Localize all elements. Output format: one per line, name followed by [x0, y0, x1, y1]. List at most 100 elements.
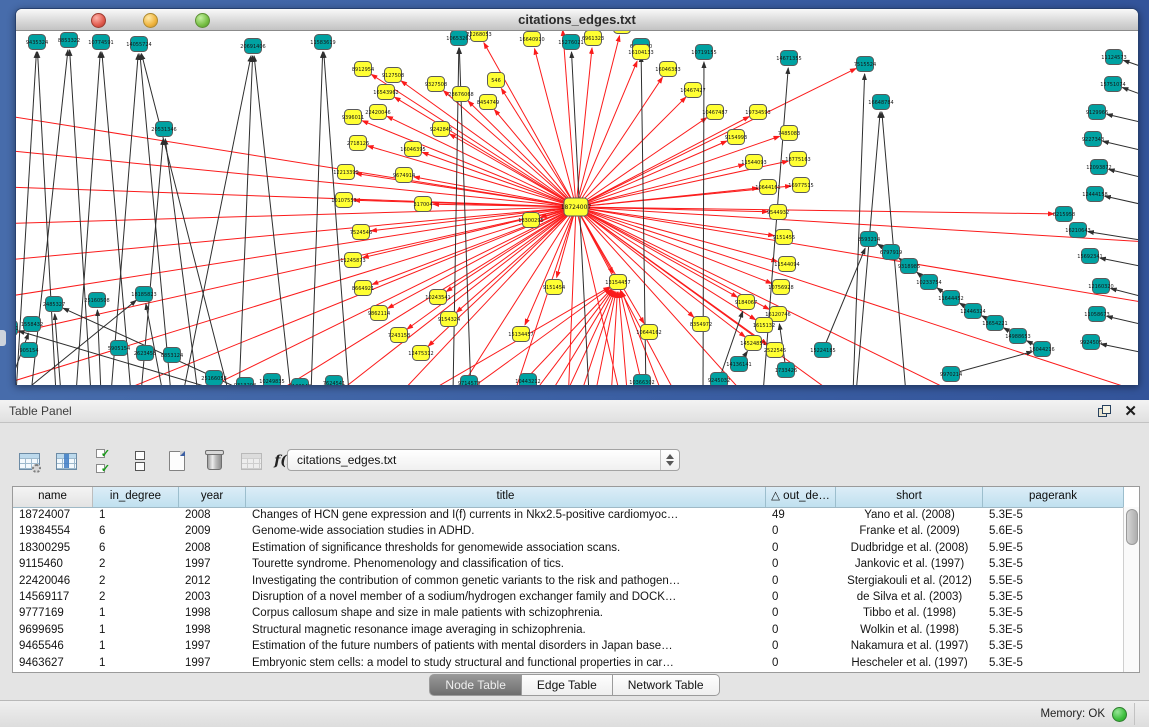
svg-text:16977515: 16977515 [788, 183, 813, 189]
zoom-traffic-light[interactable] [195, 13, 210, 28]
network-window: citations_edges.txt 94353248853322107745… [15, 8, 1139, 385]
cell-year: 2003 [179, 589, 246, 605]
row-height-icon[interactable] [127, 448, 153, 474]
select-column-icon[interactable] [53, 448, 79, 474]
svg-text:8593214: 8593214 [858, 237, 880, 243]
cell-name: 22420046 [13, 573, 93, 589]
svg-text:9862114: 9862114 [368, 311, 390, 317]
column-header-title[interactable]: title [246, 487, 766, 507]
scrollbar-thumb[interactable] [1126, 509, 1138, 545]
cell-year: 1997 [179, 638, 246, 654]
table-selector-dropdown[interactable]: citations_edges.txt [287, 449, 680, 471]
svg-text:11644452: 11644452 [938, 296, 963, 302]
table-row[interactable]: 977716911998Corpus callosum shape and si… [13, 605, 1124, 621]
svg-text:10233754: 10233754 [916, 280, 941, 286]
table-panel-header: Table Panel ✕ [0, 400, 1149, 423]
svg-text:7624541: 7624541 [323, 381, 345, 385]
dropdown-spinner-icon [660, 450, 679, 470]
close-traffic-light[interactable] [91, 13, 106, 28]
graph-node-9613923[interactable] [614, 31, 631, 34]
column-header-name[interactable]: name [13, 487, 93, 507]
tab-node-table[interactable]: Node Table [429, 674, 522, 696]
svg-text:7243158: 7243158 [388, 333, 410, 339]
svg-text:14671355: 14671355 [776, 56, 801, 62]
table-row[interactable]: 1872400712008Changes of HCN gene express… [13, 507, 1124, 523]
cell-in_degree: 1 [93, 655, 179, 671]
cell-year: 2009 [179, 523, 246, 539]
cell-title: Changes of HCN gene expression and I(f) … [246, 507, 766, 523]
float-window-icon[interactable] [1098, 405, 1111, 417]
cell-title: Embryonic stem cells: a model to study s… [246, 655, 766, 671]
table-row[interactable]: 1456911722003Disruption of a novel membe… [13, 589, 1124, 605]
close-icon[interactable]: ✕ [1124, 402, 1137, 420]
network-canvas[interactable]: 9435324885332210774591140557242069140611… [16, 31, 1138, 385]
cell-pagerank: 5.5E-5 [983, 573, 1124, 589]
new-column-icon[interactable] [164, 448, 190, 474]
table-row[interactable]: 2242004622012Investigating the contribut… [13, 573, 1124, 589]
delete-column-icon[interactable] [201, 448, 227, 474]
cell-title: Tourette syndrome. Phenomenology and cla… [246, 556, 766, 572]
cell-year: 2008 [179, 540, 246, 556]
svg-text:13154457: 13154457 [605, 280, 630, 286]
show-columns-icon[interactable]: ✓ ✓ [90, 448, 116, 474]
svg-text:16044216: 16044216 [1029, 347, 1054, 353]
column-header-in_degree[interactable]: in_degree [93, 487, 179, 507]
cell-title: Estimation of the future numbers of pati… [246, 638, 766, 654]
cell-title: Genome-wide association studies in ADHD. [246, 523, 766, 539]
svg-text:12475312: 12475312 [408, 351, 433, 357]
cell-short: Wolkin et al. (1998) [836, 622, 983, 638]
table-header-row: namein_degreeyeartitle△ out_de…shortpage… [13, 487, 1139, 508]
svg-text:893211: 893211 [16, 326, 19, 332]
svg-text:10756928: 10756928 [768, 285, 793, 291]
tab-edge-table[interactable]: Edge Table [522, 674, 613, 696]
cell-pagerank: 5.3E-5 [983, 622, 1124, 638]
svg-text:6961323: 6961323 [582, 36, 604, 42]
svg-text:25160508: 25160508 [84, 298, 109, 304]
svg-text:9714573: 9714573 [458, 381, 480, 385]
cell-pagerank: 5.3E-5 [983, 589, 1124, 605]
cell-short: Hescheler et al. (1997) [836, 655, 983, 671]
cell-in_degree: 2 [93, 573, 179, 589]
cell-pagerank: 5.3E-5 [983, 605, 1124, 621]
cell-name: 18300295 [13, 540, 93, 556]
svg-text:10366302: 10366302 [629, 380, 654, 385]
column-header-short[interactable]: short [836, 487, 983, 507]
table-row[interactable]: 969969511998Structural magnetic resonanc… [13, 622, 1124, 638]
svg-text:15751074: 15751074 [1100, 82, 1125, 88]
svg-text:10243541: 10243541 [425, 295, 450, 301]
svg-text:2623458: 2623458 [134, 351, 156, 357]
collapsed-panel-handle[interactable] [0, 330, 6, 346]
column-header-pagerank[interactable]: pagerank [983, 487, 1124, 507]
table-row[interactable]: 946554611997Estimation of the future num… [13, 638, 1124, 654]
vertical-scrollbar[interactable] [1123, 507, 1139, 672]
network-window-titlebar[interactable]: citations_edges.txt [16, 9, 1138, 31]
svg-text:8664921: 8664921 [352, 286, 374, 292]
cell-short: Dudbridge et al. (2008) [836, 540, 983, 556]
svg-text:9970214: 9970214 [940, 372, 962, 378]
tab-network-table[interactable]: Network Table [613, 674, 720, 696]
table-body: 1872400712008Changes of HCN gene express… [13, 507, 1124, 672]
network-view-background: citations_edges.txt 94353248853322107745… [0, 0, 1149, 400]
svg-text:18775163: 18775163 [785, 157, 810, 163]
cell-out_degree: 0 [766, 573, 836, 589]
table-mode-icon[interactable] [16, 448, 42, 474]
minimize-traffic-light[interactable] [143, 13, 158, 28]
svg-text:9127508: 9127508 [382, 73, 404, 79]
table-row[interactable]: 946362711997Embryonic stem cells: a mode… [13, 655, 1124, 671]
svg-text:15134457: 15134457 [508, 332, 533, 338]
cell-short: de Silva et al. (2003) [836, 589, 983, 605]
cell-short: Jankovic et al. (1997) [836, 556, 983, 572]
svg-text:1615132: 1615132 [753, 323, 775, 329]
table-row[interactable]: 1938455462009Genome-wide association stu… [13, 523, 1124, 539]
table-row[interactable]: 1830029562008Estimation of significance … [13, 540, 1124, 556]
svg-text:12446324: 12446324 [960, 309, 985, 315]
table-row[interactable]: 911546021997Tourette syndrome. Phenomeno… [13, 556, 1124, 572]
svg-text:28676068: 28676068 [448, 92, 473, 98]
svg-text:9129966: 9129966 [1086, 110, 1108, 116]
cell-in_degree: 6 [93, 523, 179, 539]
column-header-year[interactable]: year [179, 487, 246, 507]
svg-text:16543962: 16543962 [373, 90, 398, 96]
cell-pagerank: 5.3E-5 [983, 556, 1124, 572]
column-header-out_degree[interactable]: △ out_de… [766, 487, 836, 507]
cell-out_degree: 0 [766, 556, 836, 572]
